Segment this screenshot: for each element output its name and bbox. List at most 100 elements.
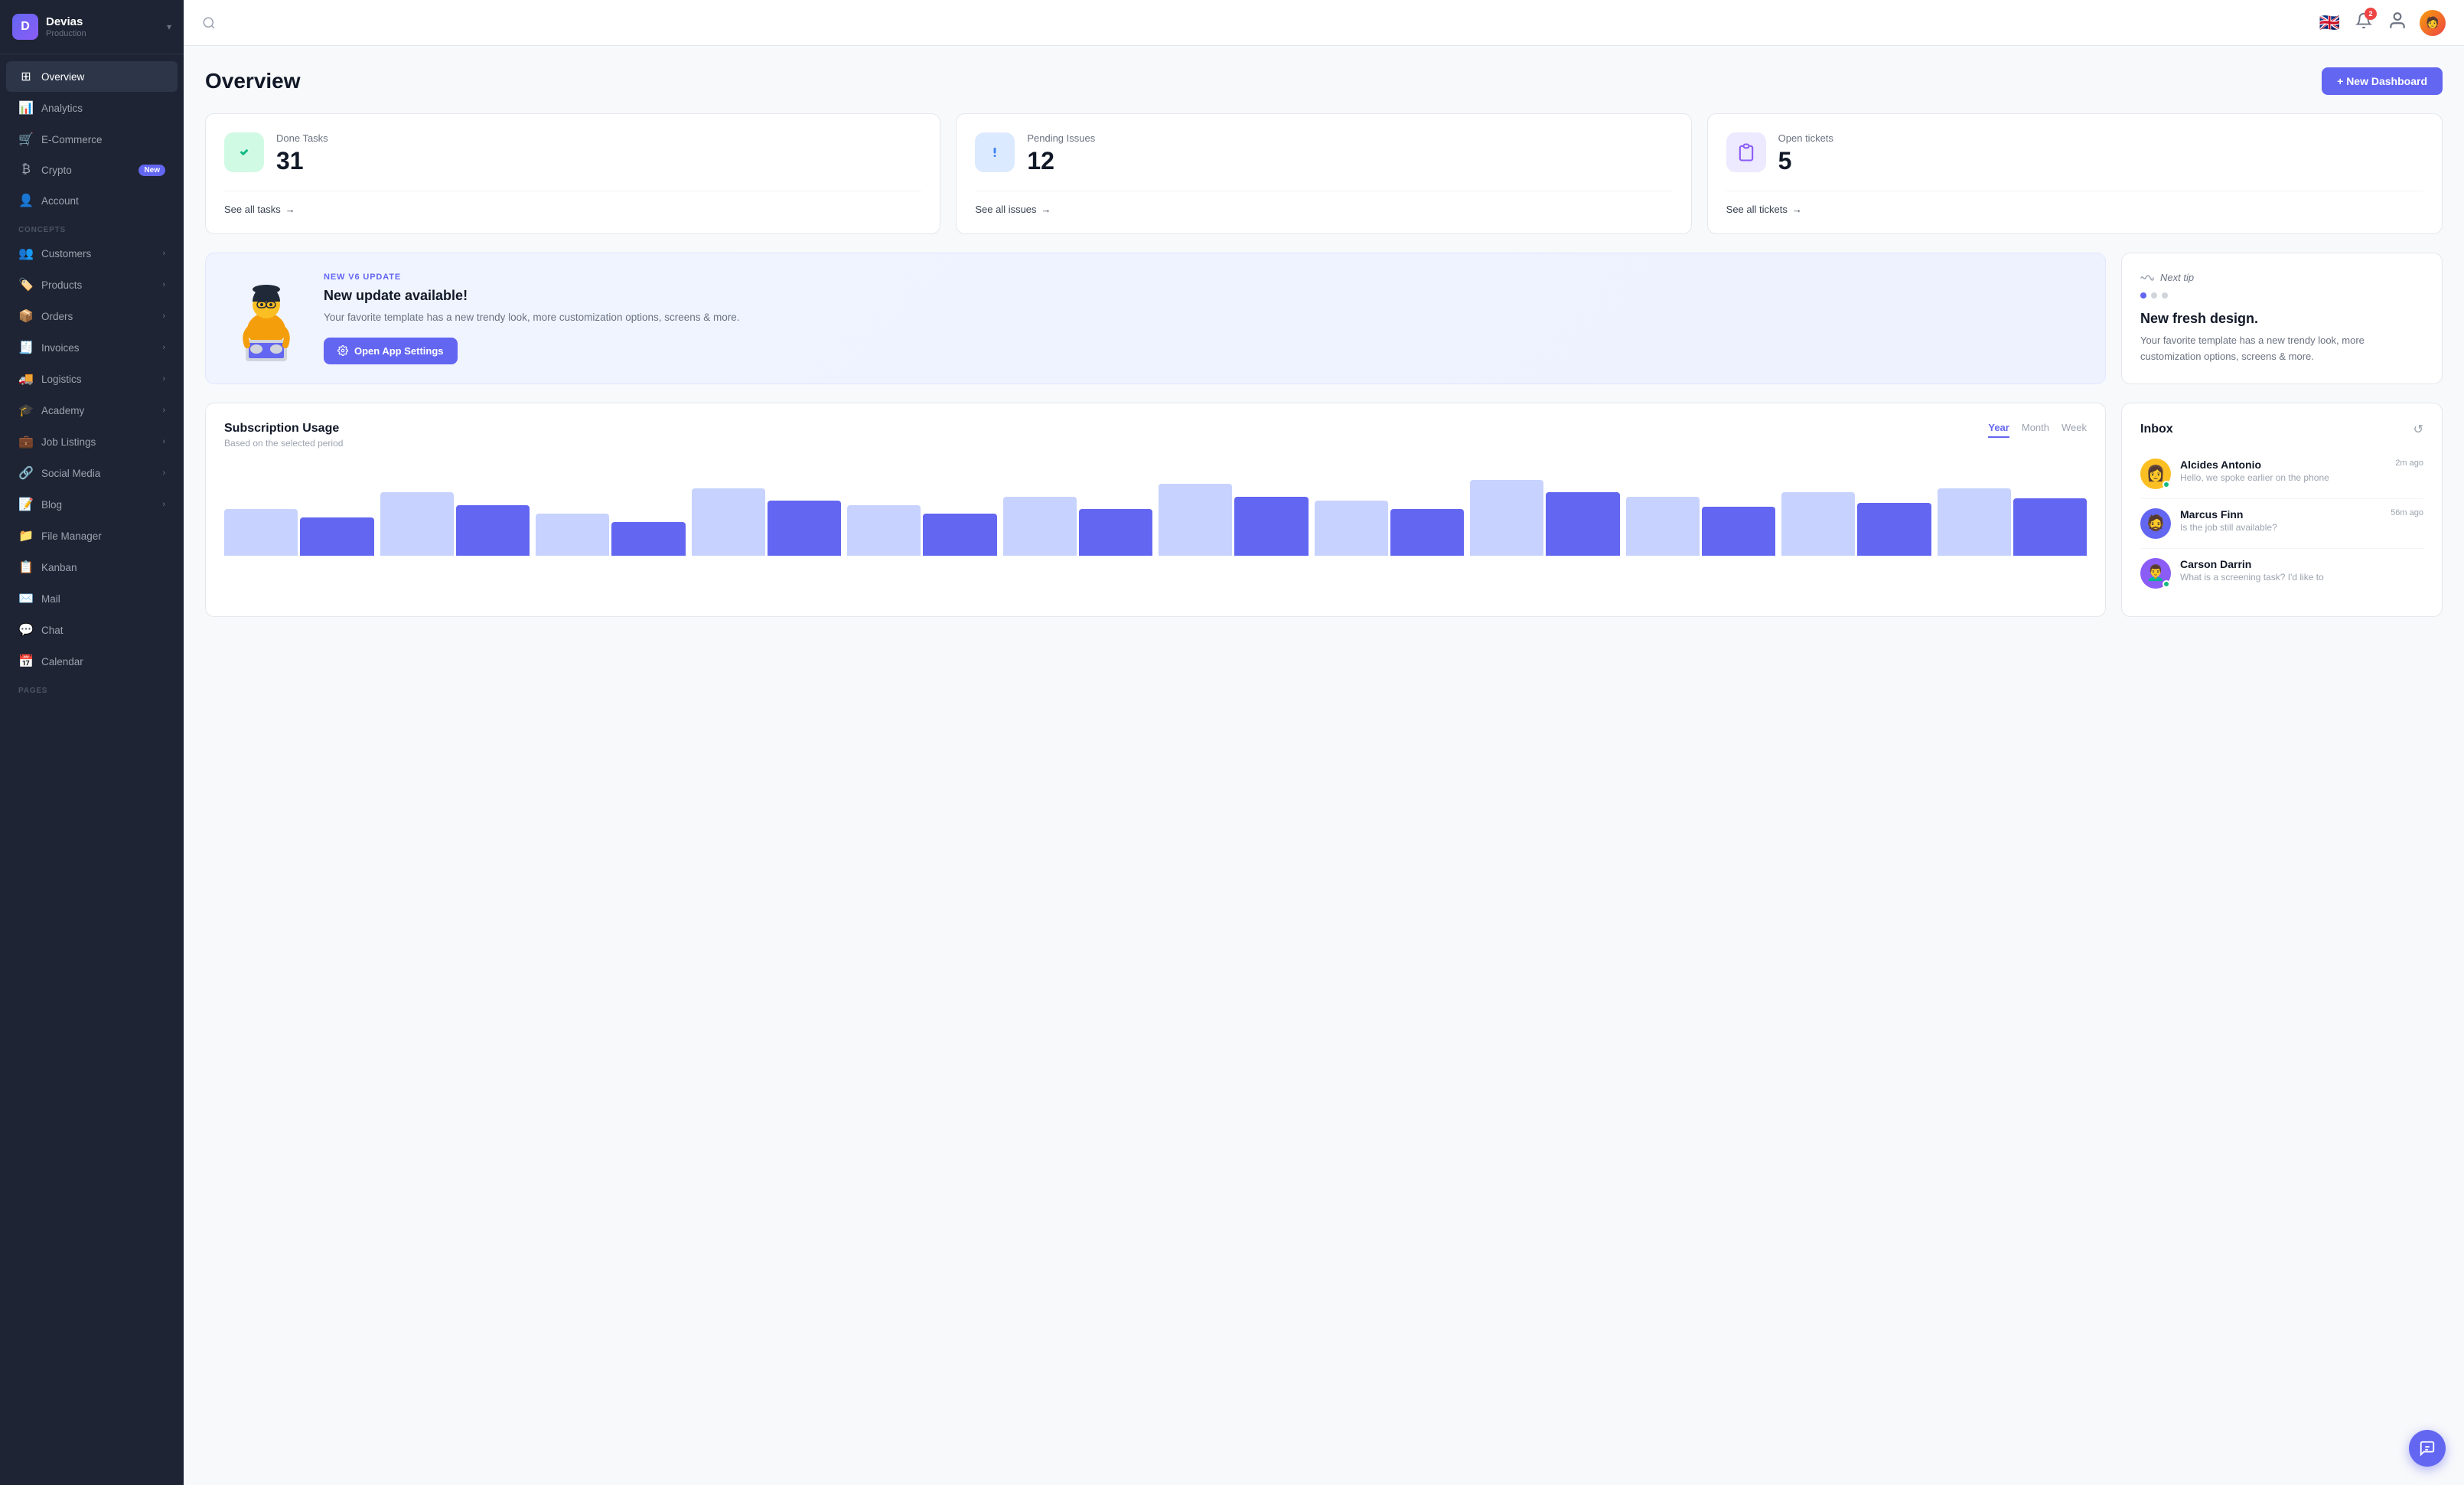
- bar-light: [1938, 488, 2011, 556]
- invoices-icon: 🧾: [18, 340, 34, 355]
- sidebar-item-label: Social Media: [41, 468, 100, 479]
- search-icon: [202, 16, 216, 30]
- page-header: Overview + New Dashboard: [205, 67, 2443, 95]
- sidebar-item-overview[interactable]: ⊞ Overview: [6, 61, 178, 92]
- inbox-sender-name: Marcus Finn: [2180, 508, 2381, 521]
- inbox-sender-name: Alcides Antonio: [2180, 459, 2386, 471]
- sidebar-item-label: Products: [41, 279, 82, 291]
- sidebar-item-label: File Manager: [41, 530, 102, 542]
- bar-light: [1315, 501, 1388, 556]
- inbox-card: Inbox ↺ 👩 Alcides Antonio Hello, we spok…: [2121, 403, 2443, 617]
- arrow-icon: →: [1041, 204, 1051, 215]
- bar-dark: [1702, 507, 1775, 556]
- inbox-text: Marcus Finn Is the job still available?: [2180, 508, 2381, 533]
- account-icon: 👤: [18, 193, 34, 208]
- bar-group: [1003, 497, 1153, 556]
- bar-dark: [1390, 509, 1464, 556]
- sidebar-item-mail[interactable]: ✉️ Mail: [6, 583, 178, 614]
- inbox-message-preview: What is a screening task? I'd like to: [2180, 572, 2423, 583]
- done-tasks-icon: [224, 132, 264, 172]
- sidebar-item-file-manager[interactable]: 📁 File Manager: [6, 521, 178, 551]
- sidebar-item-chat[interactable]: 💬 Chat: [6, 615, 178, 645]
- see-all-issues-link[interactable]: See all issues →: [975, 191, 1672, 215]
- stat-value: 5: [1778, 147, 1833, 175]
- stat-label: Done Tasks: [276, 132, 328, 144]
- sidebar-item-customers[interactable]: 👥 Customers ›: [6, 238, 178, 269]
- usage-title: Subscription Usage: [224, 422, 343, 436]
- update-banner: NEW V6 UPDATE New update available! Your…: [205, 253, 2106, 384]
- crypto-icon: ₿: [18, 163, 34, 177]
- products-icon: 🏷️: [18, 277, 34, 292]
- settings-icon: [337, 345, 348, 356]
- see-all-tickets-link[interactable]: See all tickets →: [1726, 191, 2423, 215]
- sidebar-item-logistics[interactable]: 🚚 Logistics ›: [6, 364, 178, 394]
- sidebar-item-label: Chat: [41, 625, 64, 636]
- bar-group: [1626, 497, 1776, 556]
- bar-group: [536, 514, 686, 556]
- stat-top: Done Tasks 31: [224, 132, 921, 175]
- open-app-settings-button[interactable]: Open App Settings: [324, 338, 458, 364]
- new-dashboard-button[interactable]: + New Dashboard: [2322, 67, 2443, 95]
- bar-light: [224, 509, 298, 556]
- see-all-tasks-link[interactable]: See all tasks →: [224, 191, 921, 215]
- sidebar-logo: D Devias Production: [12, 14, 86, 40]
- sidebar-collapse-icon[interactable]: ▾: [167, 21, 171, 32]
- file-manager-icon: 📁: [18, 528, 34, 543]
- sidebar-item-products[interactable]: 🏷️ Products ›: [6, 269, 178, 300]
- inbox-item[interactable]: 👩 Alcides Antonio Hello, we spoke earlie…: [2140, 449, 2423, 499]
- sidebar-item-analytics[interactable]: 📊 Analytics: [6, 93, 178, 123]
- orders-icon: 📦: [18, 308, 34, 324]
- bar-light: [1626, 497, 1700, 556]
- analytics-icon: 📊: [18, 100, 34, 116]
- topbar-right: 🇬🇧 2 🧑: [2319, 9, 2446, 36]
- sidebar-item-label: Invoices: [41, 342, 80, 354]
- tab-week[interactable]: Week: [2061, 422, 2087, 438]
- job-listings-icon: 💼: [18, 434, 34, 449]
- language-selector[interactable]: 🇬🇧: [2319, 13, 2340, 33]
- usage-tabs: Year Month Week: [1988, 422, 2087, 438]
- inbox-item[interactable]: 🧔 Marcus Finn Is the job still available…: [2140, 499, 2423, 549]
- bar-light: [1159, 484, 1232, 556]
- sidebar-item-label: Account: [41, 195, 79, 207]
- sidebar-item-academy[interactable]: 🎓 Academy ›: [6, 395, 178, 426]
- user-profile-icon[interactable]: [2387, 11, 2407, 34]
- update-content: NEW V6 UPDATE New update available! Your…: [324, 273, 740, 364]
- bar-chart: [224, 464, 2087, 556]
- sidebar-item-label: Overview: [41, 71, 84, 83]
- tip-dot-1[interactable]: [2140, 292, 2146, 299]
- tab-month[interactable]: Month: [2022, 422, 2049, 438]
- inbox-avatar: 👨‍🦱: [2140, 558, 2171, 589]
- inbox-avatar: 🧔: [2140, 508, 2171, 539]
- update-illustration: [224, 273, 308, 364]
- sidebar-item-social-media[interactable]: 🔗 Social Media ›: [6, 458, 178, 488]
- sidebar-item-orders[interactable]: 📦 Orders ›: [6, 301, 178, 331]
- inbox-timestamp: 2m ago: [2395, 459, 2423, 468]
- search-trigger[interactable]: [202, 16, 2307, 30]
- bar-light: [536, 514, 609, 556]
- sidebar-item-account[interactable]: 👤 Account: [6, 185, 178, 216]
- sidebar-item-kanban[interactable]: 📋 Kanban: [6, 552, 178, 583]
- sidebar-item-ecommerce[interactable]: 🛒 E-Commerce: [6, 124, 178, 155]
- refresh-button[interactable]: ↺: [2413, 422, 2423, 437]
- tip-header: Next tip: [2140, 272, 2423, 283]
- sidebar-item-label: Blog: [41, 499, 62, 511]
- tip-dot-3[interactable]: [2162, 292, 2168, 299]
- inbox-message-preview: Is the job still available?: [2180, 522, 2381, 533]
- stat-info: Done Tasks 31: [276, 132, 328, 175]
- sidebar-item-crypto[interactable]: ₿ Crypto New: [6, 155, 178, 184]
- sidebar-item-calendar[interactable]: 📅 Calendar: [6, 646, 178, 677]
- overview-icon: ⊞: [18, 69, 34, 84]
- sidebar-item-job-listings[interactable]: 💼 Job Listings ›: [6, 426, 178, 457]
- chat-fab-button[interactable]: [2409, 1430, 2446, 1467]
- logistics-icon: 🚚: [18, 371, 34, 387]
- sidebar-item-blog[interactable]: 📝 Blog ›: [6, 489, 178, 520]
- tip-card: Next tip New fresh design. Your favorite…: [2121, 253, 2443, 384]
- sidebar-item-invoices[interactable]: 🧾 Invoices ›: [6, 332, 178, 363]
- inbox-sender-name: Carson Darrin: [2180, 558, 2423, 570]
- tab-year[interactable]: Year: [1988, 422, 2009, 438]
- inbox-header: Inbox ↺: [2140, 422, 2423, 437]
- inbox-item[interactable]: 👨‍🦱 Carson Darrin What is a screening ta…: [2140, 549, 2423, 598]
- user-avatar[interactable]: 🧑: [2420, 10, 2446, 36]
- notifications-button[interactable]: 2: [2352, 9, 2375, 36]
- tip-dot-2[interactable]: [2151, 292, 2157, 299]
